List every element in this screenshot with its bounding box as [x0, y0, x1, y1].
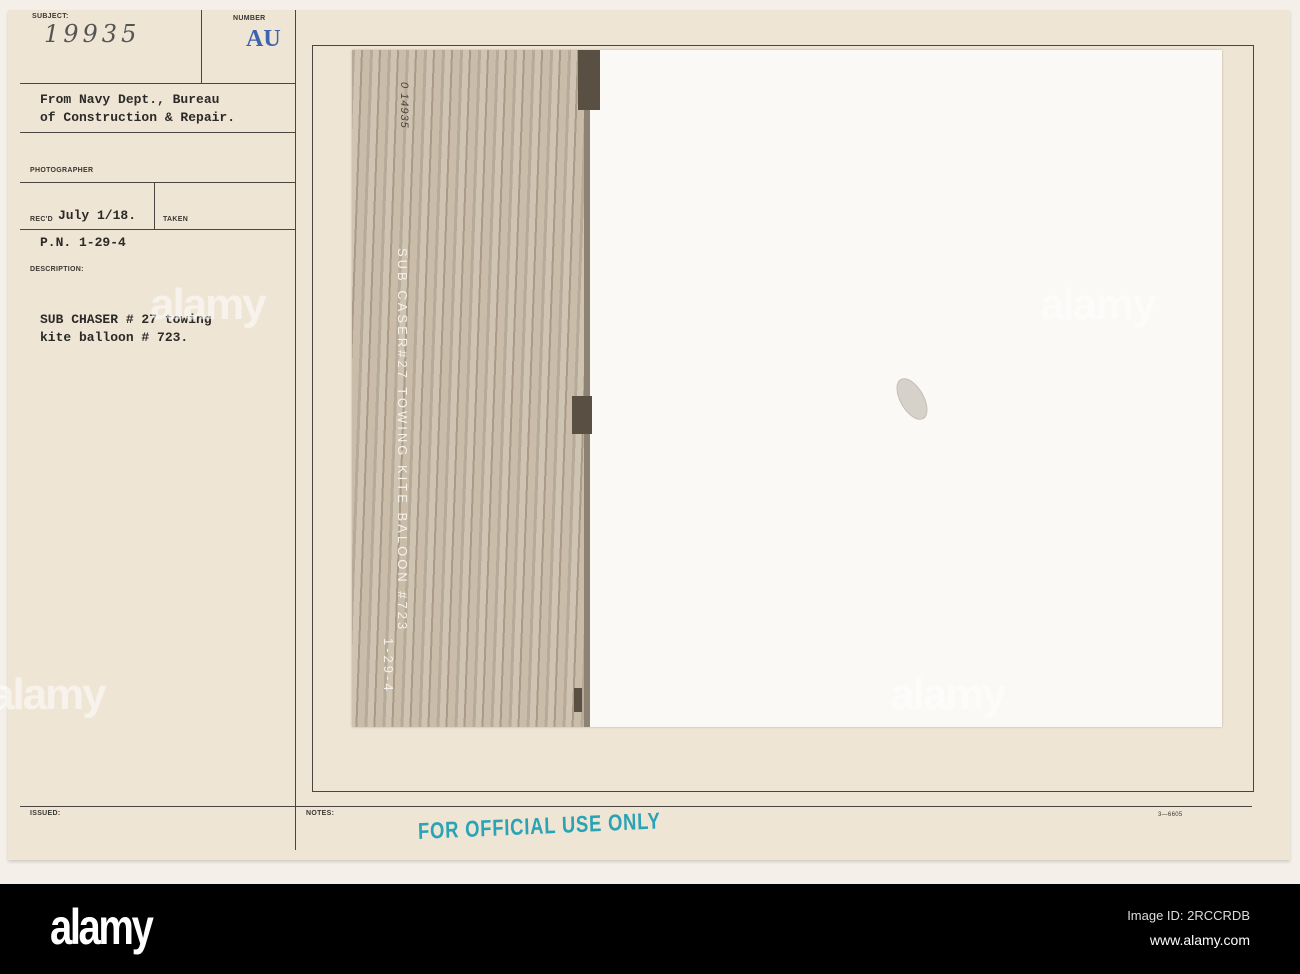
- alamy-logo[interactable]: alamy: [50, 898, 154, 956]
- horizon: [584, 50, 590, 727]
- number-label: NUMBER: [233, 15, 266, 22]
- image-id: Image ID: 2RCCRDB: [1127, 908, 1250, 923]
- subject-label: SUBJECT:: [32, 13, 69, 20]
- watermark: alamy: [1040, 280, 1157, 329]
- subject-value: 19935: [44, 20, 141, 48]
- rule: [20, 182, 295, 183]
- negative-number: 0 14935: [398, 82, 410, 129]
- column-divider: [295, 10, 296, 850]
- taken-label: TAKEN: [163, 216, 189, 223]
- photograph: 0 14935 SUB CASER#27 TOWING KITE BALOON …: [352, 50, 1222, 727]
- recd-label: REC'D: [30, 216, 53, 223]
- ship-icon: [578, 50, 600, 110]
- boat-icon: [574, 688, 582, 712]
- divider: [154, 182, 155, 229]
- sea: [352, 50, 587, 727]
- rule: [20, 132, 295, 133]
- number-value: AU: [246, 26, 281, 52]
- form-number: 3—6605: [1158, 812, 1183, 818]
- rule: [20, 83, 295, 84]
- issued-label: ISSUED:: [30, 810, 61, 817]
- description-line-2: kite balloon # 723.: [40, 330, 189, 345]
- pn-value: P.N. 1-29-4: [40, 235, 126, 250]
- kite-balloon-icon: [890, 373, 934, 425]
- rule: [20, 806, 1252, 807]
- source-line-2: of Construction & Repair.: [40, 110, 236, 125]
- photographer-label: PHOTOGRAPHER: [30, 167, 94, 174]
- description-label: DESCRIPTION:: [30, 266, 84, 273]
- rule: [20, 229, 295, 230]
- watermark: alamy: [0, 670, 107, 719]
- watermark: alamy: [890, 670, 1007, 719]
- notes-label: NOTES:: [306, 810, 335, 817]
- site-url[interactable]: www.alamy.com: [1150, 932, 1250, 948]
- photo-caption: SUB CASER#27 TOWING KITE BALOON #723: [395, 248, 410, 633]
- footer-bar: alamy Image ID: 2RCCRDB www.alamy.com: [0, 884, 1300, 974]
- watermark: alamy: [150, 280, 267, 329]
- source-line-1: From Navy Dept., Bureau: [40, 92, 220, 107]
- photo-caption-date: 1-29-4: [381, 638, 396, 694]
- recd-value: July 1/18.: [58, 208, 137, 223]
- divider: [201, 10, 202, 83]
- sub-chaser-icon: [572, 396, 592, 434]
